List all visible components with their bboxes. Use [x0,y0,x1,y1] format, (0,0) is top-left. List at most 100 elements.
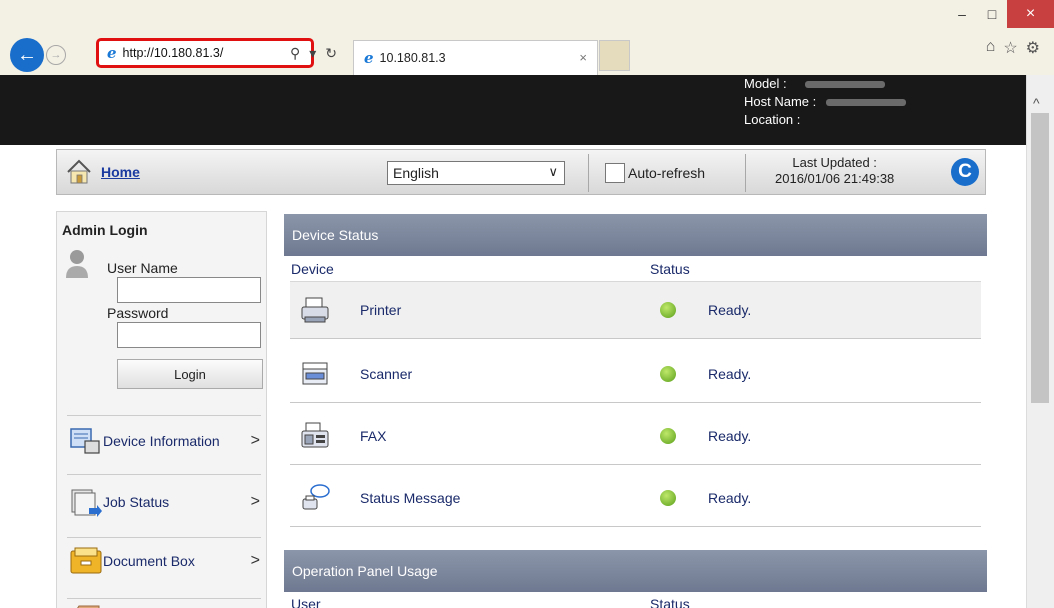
scroll-up-icon[interactable]: ^ [1033,95,1040,111]
auto-refresh-label: Auto-refresh [628,165,706,181]
vertical-scrollbar[interactable]: ^ [1026,75,1054,608]
chevron-right-icon: > [250,552,260,569]
language-value: English [393,165,439,181]
tab-close-icon[interactable]: × [579,50,587,65]
sidebar-item-label: Device Information [103,433,220,449]
refresh-page-icon[interactable]: ↻ [325,45,337,62]
forward-arrow-icon: → [50,49,62,61]
home-icon[interactable]: ⌂ [986,38,996,58]
printer-icon [301,297,329,323]
address-text[interactable]: http://10.180.81.3/ [123,46,224,60]
user-avatar-icon [66,250,88,278]
password-input[interactable] [117,322,261,348]
chevron-right-icon: > [250,493,260,510]
house-icon[interactable] [65,158,93,186]
divider [67,474,261,475]
last-updated: Last Updated : 2016/01/06 21:49:38 [775,155,894,187]
refresh-button[interactable]: C [951,158,979,186]
ie-logo-icon: e [107,44,117,62]
maximize-button[interactable]: □ [977,0,1007,28]
status-column-header: Status [650,261,690,277]
device-status-value: Ready. [708,427,752,444]
status-ok-icon [660,302,676,318]
back-button[interactable]: ← [10,38,44,72]
page-header: Model : Host Name : Location : [0,75,1026,145]
sidebar-item-job-status[interactable]: Job Status > [69,482,265,522]
table-row: Status Message Ready. [290,469,981,527]
device-status-header: Device Status [284,214,987,256]
login-button[interactable]: Login [117,359,263,389]
window-controls: – □ × [947,0,1054,28]
new-tab-button[interactable] [599,40,630,71]
document-box-icon [70,547,102,574]
back-arrow-icon: ← [17,43,37,66]
browser-chrome: – □ × ← → e http://10.180.81.3/ ⚲ ▾ ↻ e … [0,0,1054,75]
device-column-header: Device [291,261,334,277]
device-status-title: Device Status [292,227,379,243]
divider [588,154,589,192]
sidebar-item-label: Document Box [103,553,195,569]
browser-tab[interactable]: e 10.180.81.3 × [353,40,598,75]
close-button[interactable]: × [1007,0,1054,28]
device-meta: Model : Host Name : Location : [744,75,907,129]
table-row: Scanner Ready. [290,345,981,403]
status-ok-icon [660,365,676,382]
auto-refresh-checkbox[interactable] [605,163,625,183]
dropdown-icon[interactable]: ▾ [309,45,316,62]
device-information-icon [70,428,100,454]
location-label: Location : [744,112,801,127]
status-column-header: Status [650,596,690,608]
operation-panel-header: Operation Panel Usage [284,550,987,592]
refresh-icon: C [958,161,972,182]
language-select[interactable]: English ∨ [387,161,565,185]
search-icon[interactable]: ⚲ [290,45,300,62]
address-actions: ⚲ ▾ ↻ [290,45,337,62]
host-name-label: Host Name : [744,94,817,109]
device-status-value: Ready. [708,365,752,382]
admin-login-title: Admin Login [62,222,148,238]
username-input[interactable] [117,277,261,303]
device-name: Status Message [360,489,461,506]
browser-tools: ⌂ ☆ ⚙ [986,38,1040,58]
divider [67,598,261,599]
status-ok-icon [660,427,676,444]
device-name: Printer [360,302,402,318]
sidebar-item-device-information[interactable]: Device Information > [69,421,265,461]
fax-icon [301,422,329,447]
tab-title: 10.180.81.3 [379,51,446,65]
model-label: Model : [744,76,787,91]
username-label: User Name [107,260,178,276]
device-status-value: Ready. [708,302,752,318]
favorites-star-icon[interactable]: ☆ [1003,38,1017,58]
table-row: FAX Ready. [290,407,981,465]
host-value-redacted [826,99,907,107]
sidebar-item-label: Job Status [103,494,170,510]
addressbook-icon [77,605,100,608]
divider [67,415,261,416]
password-label: Password [107,305,169,321]
ie-logo-icon: e [364,49,374,67]
device-status-value: Ready. [708,489,752,506]
forward-button[interactable]: → [46,45,66,65]
settings-gear-icon[interactable]: ⚙ [1026,38,1040,58]
minimize-button[interactable]: – [947,0,977,28]
user-column-header: User [291,596,321,608]
address-bar[interactable]: e http://10.180.81.3/ [96,38,314,68]
chevron-right-icon: > [250,432,260,449]
scrollbar-thumb[interactable] [1031,113,1049,403]
status-ok-icon [660,489,676,506]
divider [745,154,746,192]
top-bar: Home English ∨ Auto-refresh Last Updated… [56,149,986,195]
table-row: Printer Ready. [290,281,981,339]
chevron-down-icon: ∨ [548,164,558,179]
scanner-icon [302,362,328,384]
sidebar-item-document-box[interactable]: Document Box > [69,541,265,581]
model-value-redacted [804,81,885,89]
last-updated-value: 2016/01/06 21:49:38 [775,171,895,186]
status-message-icon [302,483,330,509]
home-link[interactable]: Home [101,164,140,180]
job-status-icon [71,489,102,517]
device-name: FAX [360,427,387,444]
operation-panel-title: Operation Panel Usage [292,563,438,579]
device-name: Scanner [360,365,413,382]
